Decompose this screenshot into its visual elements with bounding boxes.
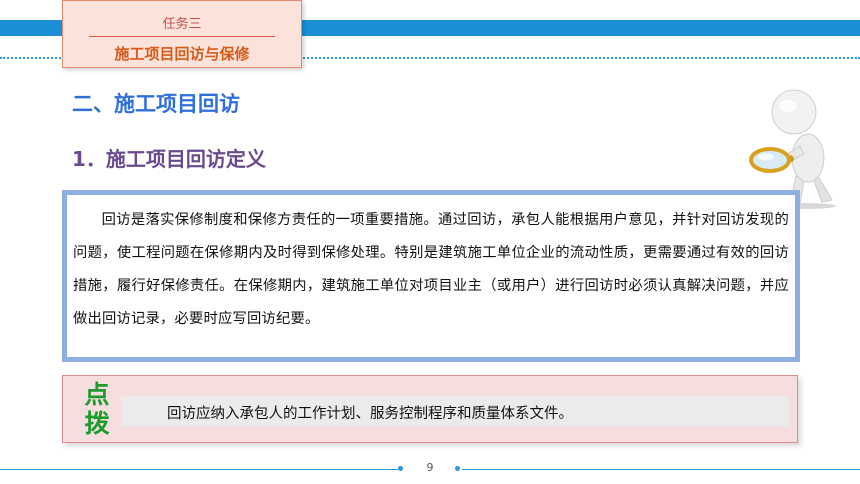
footer-dot-left (398, 466, 403, 471)
tip-label: 点拨 (84, 380, 110, 438)
footer-line-left (0, 469, 398, 470)
tip-text: 回访应纳入承包人的工作计划、服务控制程序和质量体系文件。 (167, 406, 573, 422)
task-number: 任务三 (162, 17, 202, 32)
task-tab: 任务三 施工项目回访与保修 (62, 0, 302, 68)
footer-dot-right (455, 466, 460, 471)
definition-box: 回访是落实保修制度和保修方责任的一项重要措施。通过回访，承包人能根据用户意见，并… (62, 190, 800, 362)
page-number: 9 (426, 461, 434, 474)
tip-box: 点拨 回访应纳入承包人的工作计划、服务控制程序和质量体系文件。 (62, 375, 798, 443)
definition-text: 回访是落实保修制度和保修方责任的一项重要措施。通过回访，承包人能根据用户意见，并… (73, 212, 789, 327)
task-divider (89, 36, 275, 37)
footer-line-right (462, 469, 860, 470)
task-title: 施工项目回访与保修 (114, 45, 250, 63)
sub-heading: 1．施工项目回访定义 (72, 147, 266, 171)
section-heading: 二、施工项目回访 (72, 92, 240, 116)
